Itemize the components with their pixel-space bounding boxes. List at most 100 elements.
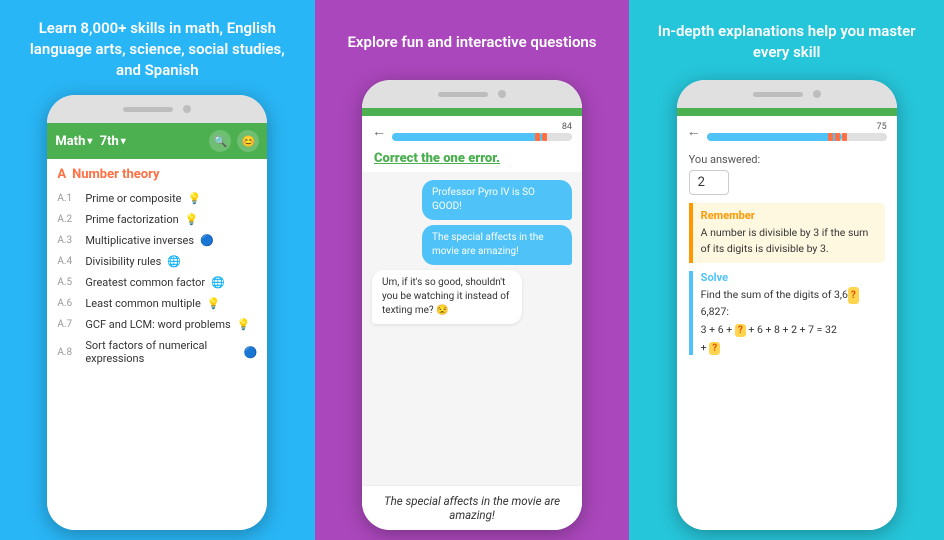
skill-icon: 💡 — [188, 192, 202, 205]
skill-code: A.8 — [57, 347, 79, 358]
panel-explanations: In-depth explanations help you master ev… — [629, 0, 944, 540]
phone-camera-2 — [498, 90, 506, 98]
subject-label: Math — [55, 134, 85, 149]
skill-code: A.2 — [57, 214, 79, 225]
remember-title: Remember — [701, 209, 877, 222]
phone-frame-2: ← 84 Correct the one error. Professor — [362, 80, 582, 530]
panel-interactive-questions: Explore fun and interactive questions ← … — [315, 0, 630, 540]
panel3-content: ← 75 You answered: 2 — [677, 116, 897, 530]
marker-2 — [542, 133, 547, 141]
progress-bar-area-3: ← 75 — [677, 116, 897, 145]
solve-text: Find the sum of the digits of 3,6? 6,827: — [701, 287, 885, 320]
skill-code: A.7 — [57, 319, 79, 330]
solve-highlight-q: ? — [848, 287, 859, 304]
solve-title: Solve — [701, 271, 885, 284]
phone-speaker-1 — [123, 107, 173, 112]
progress-track-3 — [707, 133, 887, 141]
skill-item[interactable]: A.6Least common multiple💡 — [57, 293, 257, 314]
progress-container-2: 84 — [392, 122, 572, 141]
marker-3a — [828, 133, 833, 141]
back-arrow-2[interactable]: ← — [372, 123, 386, 140]
skill-item[interactable]: A.7 GCF and LCM: word problems 💡 — [57, 314, 257, 335]
skill-list: A Number theory A.1Prime or composite💡A.… — [47, 159, 267, 530]
skill-items-container: A.1Prime or composite💡 A.2 Prime factoriza… — [57, 188, 257, 369]
panel3-header: In-depth explanations help you master ev… — [629, 0, 944, 80]
progress-number-3: 75 — [707, 122, 887, 132]
solve-eq-q2: ? — [709, 342, 720, 355]
skill-icon: 🔵 — [200, 234, 214, 247]
question-bold: one — [443, 151, 465, 166]
user-answer-box: 2 — [689, 170, 729, 195]
marker-3b — [835, 133, 840, 141]
skill-label: Prime factorization — [85, 213, 178, 226]
panel2-content: ← 84 Correct the one error. Professor — [362, 116, 582, 530]
progress-number-2: 84 — [392, 122, 572, 132]
skill-item[interactable]: A.1Prime or composite💡 — [57, 188, 257, 209]
panel1-header: Learn 8,000+ skills in math, English lan… — [0, 0, 315, 95]
progress-fill-2 — [392, 133, 543, 141]
section-header: A Number theory — [57, 167, 257, 182]
progress-fill-3 — [707, 133, 842, 141]
skill-label: Least common multiple — [85, 297, 201, 310]
grade-dropdown-arrow: ▾ — [121, 136, 126, 147]
skill-code: A.6 — [57, 298, 79, 309]
green-top-accent-3 — [677, 108, 897, 116]
skill-label: GCF and LCM: word problems — [85, 318, 230, 331]
solve-eq2-part1: + — [701, 341, 710, 354]
panel2-header: Explore fun and interactive questions — [327, 0, 616, 80]
skill-item[interactable]: A.5 Greatest common factor 🌐 — [57, 272, 257, 293]
phone-speaker-2 — [438, 92, 488, 97]
progress-track-2 — [392, 133, 572, 141]
progress-markers-2 — [535, 133, 547, 141]
answer-text: The special affects in the movie are ama… — [374, 494, 570, 522]
phone-frame-1: Math ▾ 7th ▾ 🔍 😊 A Number theory A.1Prim… — [47, 95, 267, 530]
avatar-icon[interactable]: 😊 — [237, 130, 259, 152]
skill-code: A.4 — [57, 256, 79, 267]
explanation-body: You answered: 2 Remember A number is div… — [677, 145, 897, 530]
answer-area: The special affects in the movie are ama… — [362, 485, 582, 530]
remember-text: A number is divisible by 3 if the sum of… — [701, 225, 877, 257]
chat-bubble-2: The special affects in the movie are ama… — [422, 225, 572, 265]
subject-dropdown-arrow: ▾ — [87, 136, 92, 147]
app-header-bar: Math ▾ 7th ▾ 🔍 😊 — [47, 123, 267, 159]
solve-text-part1: Find the sum of the digits of 3,6 — [701, 288, 848, 301]
skill-label: Sort factors of numerical expressions — [85, 339, 237, 365]
skill-label: Multiplicative inverses — [85, 234, 194, 247]
solve-equation: 3 + 6 + ? + 6 + 8 + 2 + 7 = 32 — [701, 323, 885, 337]
phone-top-bar-1 — [47, 95, 267, 123]
skill-item[interactable]: A.4Divisibility rules🌐 — [57, 251, 257, 272]
panel-math-skills: Learn 8,000+ skills in math, English lan… — [0, 0, 315, 540]
question-suffix: error. — [465, 151, 500, 166]
phone-speaker-3 — [753, 92, 803, 97]
section-title: Number theory — [72, 167, 160, 182]
skill-item[interactable]: A.8 Sort factors of numerical expressions… — [57, 335, 257, 369]
skill-icon: 🔵 — [244, 346, 258, 359]
chat-bubble-1: Professor Pyro IV is SO GOOD! — [422, 180, 572, 220]
chat-area: Professor Pyro IV is SO GOOD! The specia… — [362, 172, 582, 485]
skill-item[interactable]: A.3Multiplicative inverses🔵 — [57, 230, 257, 251]
progress-markers-3 — [828, 133, 847, 141]
skill-item[interactable]: A.2 Prime factorization 💡 — [57, 209, 257, 230]
solve-text-part2: 6,827: — [701, 305, 729, 318]
marker-1 — [535, 133, 540, 141]
skill-icon: 🌐 — [167, 255, 181, 268]
search-icon[interactable]: 🔍 — [209, 130, 231, 152]
phone-camera-1 — [183, 105, 191, 113]
solve-eq-part1: 3 + 6 + — [701, 323, 735, 336]
skill-icon: 🌐 — [211, 276, 225, 289]
app-header-icons: 🔍 😊 — [209, 130, 259, 152]
skill-label: Greatest common factor — [85, 276, 205, 289]
skill-icon: 💡 — [237, 318, 251, 331]
phone-camera-3 — [813, 90, 821, 98]
you-answered-label: You answered: — [689, 153, 885, 166]
skill-code: A.5 — [57, 277, 79, 288]
subject-selector[interactable]: Math ▾ 7th ▾ — [55, 134, 125, 149]
marker-3c — [842, 133, 847, 141]
remember-box: Remember A number is divisible by 3 if t… — [689, 203, 885, 263]
progress-container-3: 75 — [707, 122, 887, 141]
grade-label: 7th — [100, 134, 119, 149]
question-label: Correct the one error. — [362, 145, 582, 172]
skill-icon: 💡 — [185, 213, 199, 226]
back-arrow-3[interactable]: ← — [687, 123, 701, 140]
section-letter: A — [57, 167, 66, 182]
